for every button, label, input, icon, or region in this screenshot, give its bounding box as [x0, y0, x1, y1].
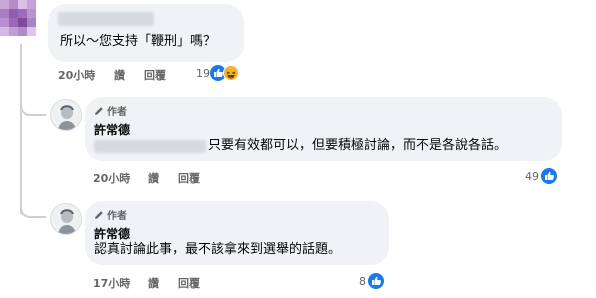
like-icon: [541, 168, 557, 184]
reply-button[interactable]: 回覆: [178, 170, 200, 186]
reaction-count[interactable]: 19: [196, 67, 210, 80]
reply-button[interactable]: 回覆: [178, 275, 200, 291]
like-icon: [368, 273, 384, 289]
reply-bubble: 作者 許常德 只要有效都可以，但要積極討論，而不是各說各話。: [85, 97, 562, 161]
like-button[interactable]: 讚: [148, 170, 159, 186]
reaction-count[interactable]: 8: [359, 275, 366, 288]
thread-branch: [20, 98, 46, 116]
like-button[interactable]: 讚: [148, 275, 159, 291]
author-name[interactable]: 許常德: [94, 225, 130, 242]
pencil-icon: [95, 210, 103, 219]
author-name[interactable]: 許常德: [94, 121, 130, 138]
author-badge-label: 作者: [107, 211, 127, 222]
reply-text: 認真討論此事，最不該拿來到選舉的話題。: [94, 242, 342, 257]
reply-time[interactable]: 17小時: [93, 275, 130, 291]
reply-time[interactable]: 20小時: [93, 170, 130, 186]
reaction-count[interactable]: 49: [525, 170, 539, 183]
author-badge-label: 作者: [107, 107, 127, 118]
author-badge: 作者: [94, 207, 127, 222]
author-badge: 作者: [94, 103, 127, 118]
like-button[interactable]: 讚: [114, 67, 125, 83]
reply-button[interactable]: 回覆: [144, 67, 166, 83]
comment-time[interactable]: 20小時: [58, 67, 95, 83]
pencil-icon: [95, 106, 103, 115]
reply-bubble: 作者 許常德 認真討論此事，最不該拿來到選舉的話題。: [85, 201, 389, 265]
reply-text: 只要有效都可以，但要積極討論，而不是各說各話。: [208, 138, 508, 153]
haha-icon: [223, 65, 239, 81]
author-avatar[interactable]: [50, 99, 82, 131]
thread-line: [20, 44, 22, 214]
commenter-avatar[interactable]: [0, 0, 42, 40]
comment-bubble: 所以～您支持「鞭刑」嗎？: [48, 4, 244, 62]
commenter-name-redacted: [58, 12, 154, 26]
author-avatar[interactable]: [50, 203, 82, 235]
thread-branch: [20, 200, 46, 218]
mention-redacted: [94, 140, 206, 153]
comment-text: 所以～您支持「鞭刑」嗎？: [60, 34, 217, 49]
